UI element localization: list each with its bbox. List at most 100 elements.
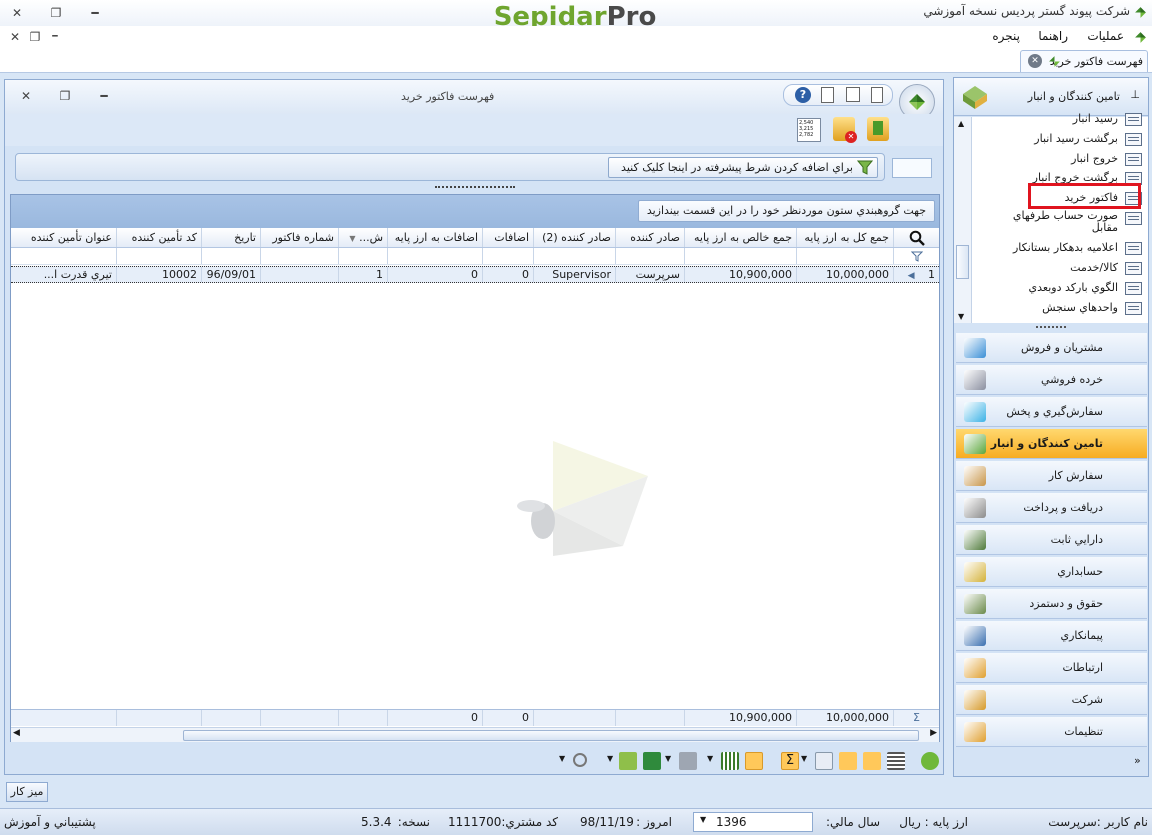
splitter-grip[interactable] xyxy=(435,186,515,190)
scroll-down-icon[interactable]: ▼ xyxy=(958,312,964,321)
import-document-icon[interactable] xyxy=(867,117,889,141)
module-receipt-payment[interactable]: دريافت و پرداخت xyxy=(956,493,1147,523)
column-header-additions[interactable]: اضافات xyxy=(482,228,533,247)
filter-row-funnel-icon[interactable] xyxy=(893,248,939,264)
restore-icon[interactable]: ❐ xyxy=(45,3,67,23)
delete-document-icon[interactable]: ✕ xyxy=(833,117,857,143)
scroll-right-icon[interactable]: ▶ xyxy=(930,728,937,738)
excel-icon[interactable] xyxy=(643,752,661,770)
module-contracting[interactable]: پيمانکاري xyxy=(956,621,1147,651)
edit-icon[interactable] xyxy=(846,87,860,102)
child-close-icon[interactable]: ✕ xyxy=(15,86,37,106)
module-settings[interactable]: تنظيمات xyxy=(956,717,1147,747)
column-header-supplier-title[interactable]: عنوان تأمين کننده xyxy=(11,228,116,247)
filter-count-box[interactable] xyxy=(892,158,932,178)
support-link[interactable]: پشتيباني و آموزش xyxy=(4,815,96,829)
new-document-icon[interactable] xyxy=(871,87,883,103)
filter-editor-icon[interactable] xyxy=(863,752,881,770)
sum-icon[interactable]: Σ xyxy=(781,752,799,770)
dropdown-arrow-icon[interactable]: ▼ xyxy=(707,754,713,763)
fiscal-year-select[interactable]: ▼ 1396 xyxy=(693,812,813,832)
expand-icon[interactable]: » xyxy=(1134,754,1141,767)
close-icon[interactable]: ✕ xyxy=(6,3,28,23)
mdi-minimize-icon[interactable]: ━ xyxy=(44,27,66,47)
splitter-grip[interactable] xyxy=(1036,326,1066,328)
group-icon[interactable] xyxy=(815,752,833,770)
dropdown-arrow-icon[interactable]: ▼ xyxy=(665,754,671,763)
column-header-date[interactable]: تاريخ xyxy=(201,228,260,247)
menu-window[interactable]: پنجره xyxy=(992,29,1020,43)
module-suppliers-inventory[interactable]: تامين کنندگان و انبار xyxy=(956,429,1147,459)
column-header-net[interactable]: جمع خالص به ارز پايه xyxy=(684,228,796,247)
tab-purchase-invoice-list[interactable]: فهرست فاکتور خريد ✕ xyxy=(1020,50,1148,72)
table-row[interactable]: 1 ◀ 10,000,000 10,900,000 سرپرست Supervi… xyxy=(11,266,939,283)
module-company[interactable]: شرکت xyxy=(956,685,1147,715)
scroll-up-icon[interactable]: ▲ xyxy=(958,119,964,128)
filter-cell[interactable] xyxy=(533,248,615,264)
nav-item-units[interactable]: واحدهاي سنجش xyxy=(982,298,1142,318)
export-icon[interactable] xyxy=(619,752,637,770)
record-icon[interactable] xyxy=(573,753,587,767)
filter-cell[interactable] xyxy=(482,248,533,264)
filter-cell[interactable] xyxy=(796,248,893,264)
scroll-thumb[interactable] xyxy=(956,245,969,279)
nav-item-goods-service[interactable]: کالا/خدمت xyxy=(982,258,1142,278)
group-by-panel[interactable]: جهت گروهبندي ستون موردنظر خود را در اين … xyxy=(11,195,939,228)
module-customers-sales[interactable]: مشتريان و فروش xyxy=(956,333,1147,363)
print-icon[interactable] xyxy=(679,752,697,770)
help-icon[interactable]: ? xyxy=(795,87,811,103)
nav-item-barcode-pattern[interactable]: الگوي بارکد دوبعدي xyxy=(982,278,1142,298)
column-header-supplier-code[interactable]: کد تأمين کننده xyxy=(116,228,201,247)
nav-item-receipt-return[interactable]: برگشت رسيد انبار xyxy=(982,129,1142,149)
module-work-order[interactable]: سفارش کار xyxy=(956,461,1147,491)
nav-item-debit-credit[interactable]: اعلاميه بدهکار بستانکار xyxy=(982,238,1142,258)
dropdown-arrow-icon[interactable]: ▼ xyxy=(801,754,807,763)
column-header-invoice-number[interactable]: شماره فاکتور xyxy=(260,228,338,247)
grid-search-icon[interactable] xyxy=(893,228,939,247)
child-restore-icon[interactable]: ❐ xyxy=(54,86,76,106)
refresh-icon[interactable] xyxy=(921,752,939,770)
column-header-additions-base[interactable]: اضافات به ارز پايه xyxy=(387,228,482,247)
scroll-left-icon[interactable]: ◀ xyxy=(13,728,20,738)
scroll-thumb[interactable] xyxy=(183,730,919,741)
column-header-issuer2[interactable]: صادر کننده (2) xyxy=(533,228,615,247)
pin-icon[interactable]: ⊥ xyxy=(1130,88,1140,101)
module-order-distribution[interactable]: سفارش‌گيري و پخش xyxy=(956,397,1147,427)
horizontal-scrollbar[interactable]: ◀ ▶ xyxy=(11,727,939,742)
column-header-total[interactable]: جمع کل به ارز پايه xyxy=(796,228,893,247)
mdi-restore-icon[interactable]: ❐ xyxy=(24,27,46,47)
column-header-issuer[interactable]: صادر کننده xyxy=(615,228,684,247)
filter-cell[interactable] xyxy=(387,248,482,264)
filter-cell[interactable] xyxy=(338,248,387,264)
nav-item-receipt[interactable]: رسيد انبار xyxy=(982,109,1142,129)
report-sheet-icon[interactable]: 2,540 3,215 2,782 xyxy=(797,118,821,142)
nav-vertical-scrollbar[interactable]: ▲ ▼ xyxy=(954,117,972,323)
desk-tab[interactable]: ميز کار xyxy=(6,782,48,802)
dropdown-arrow-icon[interactable]: ▼ xyxy=(559,754,565,763)
module-accounting[interactable]: حسابداري xyxy=(956,557,1147,587)
filter-cell[interactable] xyxy=(615,248,684,264)
filter-cell[interactable] xyxy=(201,248,260,264)
filter-toggle-icon[interactable] xyxy=(839,752,857,770)
module-payroll[interactable]: حقوق و دستمزد xyxy=(956,589,1147,619)
layout-icon[interactable] xyxy=(887,752,905,770)
filter-cell[interactable] xyxy=(260,248,338,264)
copy-icon[interactable] xyxy=(821,87,834,103)
module-communications[interactable]: ارتباطات xyxy=(956,653,1147,683)
tab-close-icon[interactable]: ✕ xyxy=(1028,54,1042,68)
dropdown-arrow-icon[interactable]: ▼ xyxy=(607,754,613,763)
columns-icon[interactable] xyxy=(721,752,739,770)
minimize-icon[interactable]: ━ xyxy=(84,3,106,23)
nav-item-issue[interactable]: خروج انبار xyxy=(982,149,1142,169)
filter-cell[interactable] xyxy=(684,248,796,264)
filter-cell[interactable] xyxy=(116,248,201,264)
module-fixed-assets[interactable]: دارايي ثابت xyxy=(956,525,1147,555)
menu-help[interactable]: راهنما xyxy=(1038,29,1068,43)
module-retail[interactable]: خرده فروشي xyxy=(956,365,1147,395)
child-minimize-icon[interactable]: ━ xyxy=(93,86,115,106)
nav-item-statement[interactable]: صورت حساب طرفهاي مقابل xyxy=(982,208,1142,236)
column-header-sh[interactable]: ش... ▼ xyxy=(338,228,387,247)
add-advanced-filter-button[interactable]: براي اضافه کردن شرط پيشرفته در اينجا کلي… xyxy=(608,157,878,178)
filter-cell[interactable] xyxy=(11,248,116,264)
menu-operations[interactable]: عمليات xyxy=(1087,29,1124,43)
